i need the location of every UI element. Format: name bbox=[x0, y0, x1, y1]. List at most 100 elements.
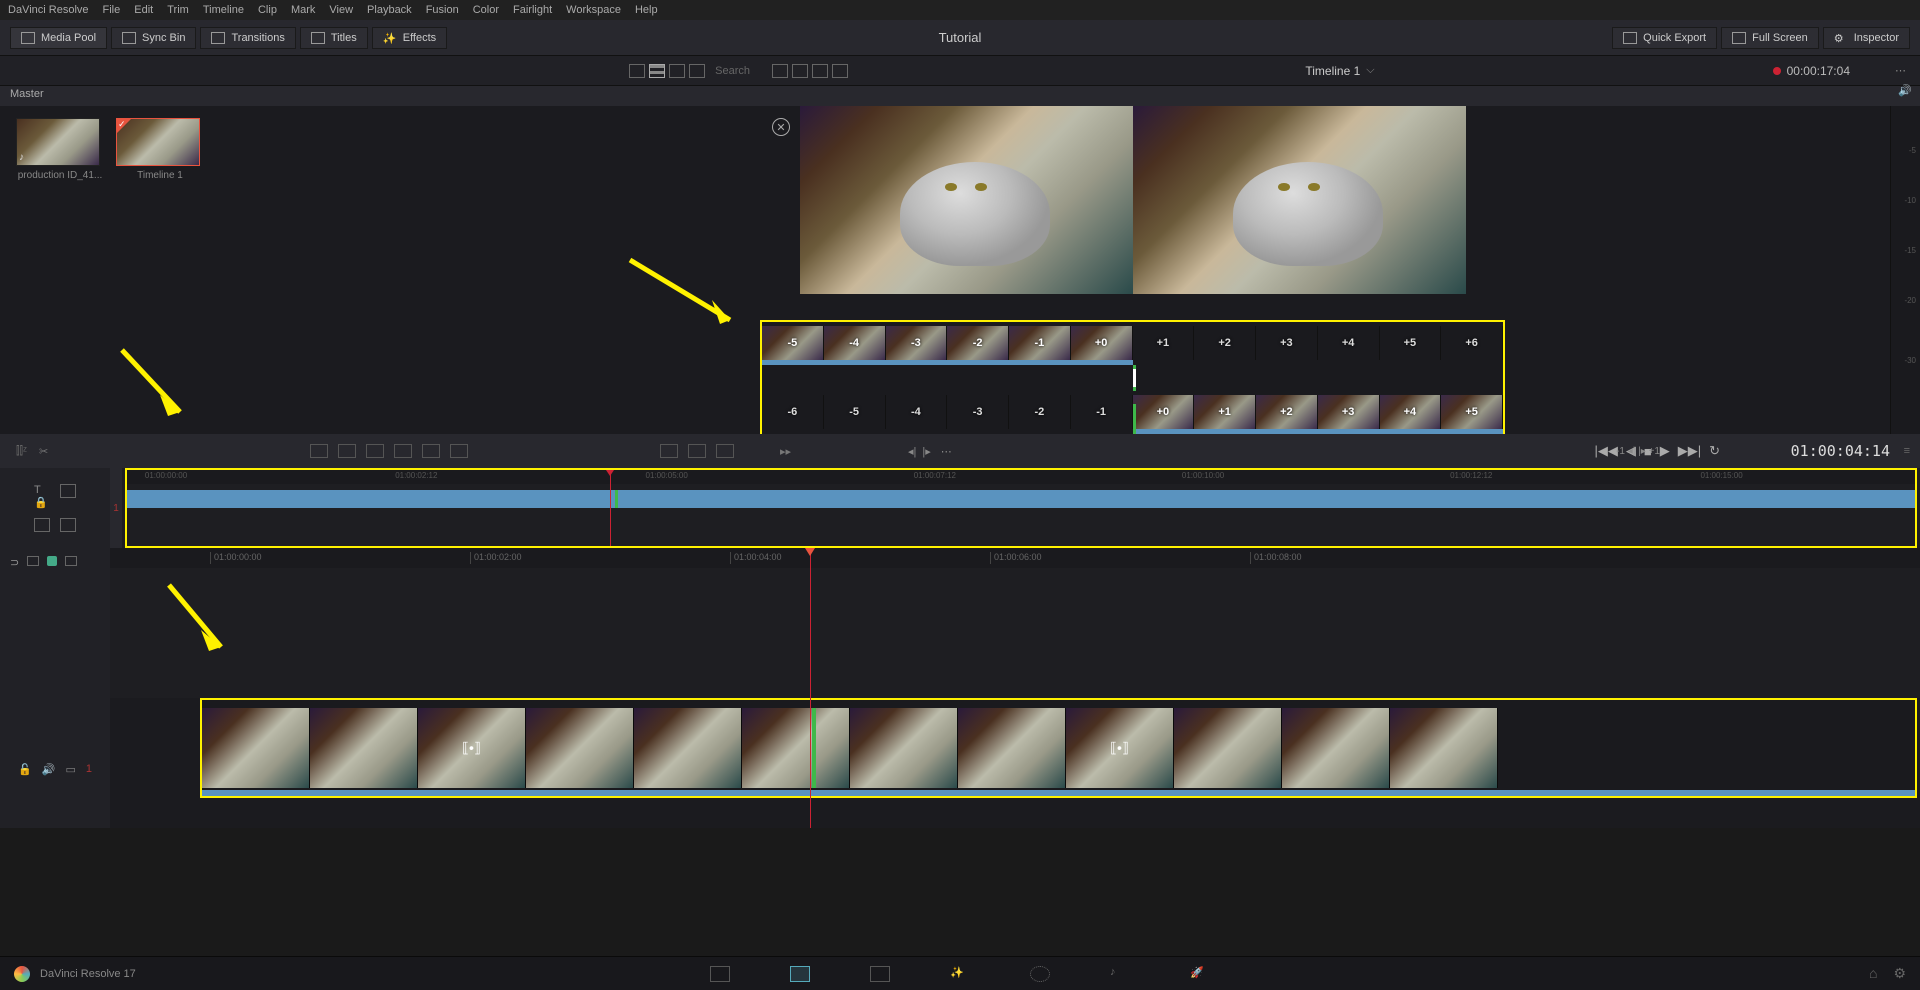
volume-icon[interactable]: 🔊 bbox=[1898, 84, 1912, 97]
menu-item[interactable]: Help bbox=[635, 4, 658, 16]
fast-review-icon[interactable]: ▸▸ bbox=[780, 445, 791, 458]
clip-frame[interactable] bbox=[1282, 708, 1390, 788]
clip-thumbnail[interactable]: ♪ production ID_41... bbox=[16, 118, 104, 181]
menu-item[interactable]: View bbox=[329, 4, 353, 16]
menu-item[interactable]: Trim bbox=[167, 4, 189, 16]
place-on-top-icon[interactable] bbox=[422, 444, 440, 458]
trim-next-icon[interactable]: |▸ bbox=[1638, 446, 1648, 457]
edit-point[interactable] bbox=[812, 708, 816, 788]
overview-clip[interactable] bbox=[127, 490, 1915, 508]
project-settings-icon[interactable]: ⚙ bbox=[1893, 965, 1906, 982]
full-screen-button[interactable]: Full Screen bbox=[1721, 27, 1819, 49]
timeline-thumbnail[interactable]: Timeline 1 bbox=[116, 118, 204, 181]
playhead-timecode[interactable]: 01:00:04:14 bbox=[1791, 442, 1890, 460]
close-up-icon[interactable] bbox=[394, 444, 412, 458]
ripple-overwrite-icon[interactable] bbox=[366, 444, 384, 458]
menu-item[interactable]: Timeline bbox=[203, 4, 244, 16]
options-icon[interactable]: ⋯ bbox=[1895, 64, 1908, 77]
menu-item[interactable]: Fusion bbox=[426, 4, 459, 16]
source-overwrite-icon[interactable] bbox=[450, 444, 468, 458]
search-input[interactable]: Search bbox=[715, 65, 750, 77]
media-pool-tab[interactable]: Media Pool bbox=[10, 27, 107, 49]
quick-export-button[interactable]: Quick Export bbox=[1612, 27, 1717, 49]
transitions-tab[interactable]: Transitions bbox=[200, 27, 295, 49]
split-clip-icon[interactable]: ✂ bbox=[39, 445, 48, 458]
video-track-header[interactable]: 🔓 🔊 ▭ 1 bbox=[0, 754, 110, 784]
sync-icon[interactable] bbox=[60, 518, 76, 532]
clip-frame[interactable] bbox=[634, 708, 742, 788]
sync-bin-tab[interactable]: Sync Bin bbox=[111, 27, 196, 49]
color-page-icon[interactable] bbox=[1030, 966, 1050, 982]
timeline-ruler[interactable]: 01:00:00:00 01:00:02:00 01:00:04:00 01:0… bbox=[110, 548, 1920, 568]
menu-item[interactable]: Mark bbox=[291, 4, 315, 16]
effects-tab[interactable]: ✨Effects bbox=[372, 27, 447, 49]
clip-frame[interactable] bbox=[1390, 708, 1498, 788]
menu-item[interactable]: DaVinci Resolve bbox=[8, 4, 89, 16]
smart-insert-icon[interactable] bbox=[310, 444, 328, 458]
trim-prev-icon[interactable]: ◂| bbox=[1628, 446, 1638, 457]
mute-icon[interactable]: 🔊 bbox=[42, 763, 56, 776]
jump-start-icon[interactable]: |◀◀ bbox=[1594, 443, 1617, 459]
tool-icon[interactable] bbox=[716, 444, 734, 458]
clip-frame[interactable] bbox=[310, 708, 418, 788]
viewer-mode-icon[interactable] bbox=[812, 64, 828, 78]
loop-icon[interactable]: ↻ bbox=[1709, 443, 1720, 459]
menu-item[interactable]: Fairlight bbox=[513, 4, 552, 16]
sync-lock-icon[interactable] bbox=[34, 518, 50, 532]
media-page-icon[interactable] bbox=[710, 966, 730, 982]
bin-breadcrumb[interactable]: Master bbox=[0, 86, 1920, 106]
titles-tab[interactable]: Titles bbox=[300, 27, 368, 49]
inspector-button[interactable]: ⚙Inspector bbox=[1823, 27, 1910, 49]
viewer-mode-icon[interactable] bbox=[792, 64, 808, 78]
play-icon[interactable]: ▶ bbox=[1660, 443, 1670, 459]
cut-page-icon[interactable] bbox=[790, 966, 810, 982]
menu-item[interactable]: Playback bbox=[367, 4, 412, 16]
overview-playhead[interactable] bbox=[610, 470, 611, 546]
viewer-mode-icon[interactable] bbox=[832, 64, 848, 78]
boring-detector-icon[interactable]: ⫿⫿ᶻ bbox=[16, 445, 27, 458]
menu-item[interactable]: Edit bbox=[134, 4, 153, 16]
clip-frame[interactable]: ⟦•⟧ bbox=[1066, 708, 1174, 788]
overview-ruler[interactable]: 01:00:00:00 01:00:02:12 01:00:05:00 01:0… bbox=[127, 470, 1915, 484]
close-icon[interactable]: ✕ bbox=[772, 118, 790, 136]
marker-tool-icon[interactable] bbox=[27, 556, 39, 566]
marker-color-icon[interactable] bbox=[47, 556, 57, 566]
deliver-page-icon[interactable]: 🚀 bbox=[1190, 966, 1210, 982]
menu-item[interactable]: File bbox=[103, 4, 121, 16]
append-icon[interactable] bbox=[338, 444, 356, 458]
thumbnail-view-icon[interactable] bbox=[649, 64, 665, 78]
clip-frame[interactable]: ⟦•⟧ bbox=[418, 708, 526, 788]
clip-frame[interactable] bbox=[1174, 708, 1282, 788]
video-track-highlight[interactable]: ⟦•⟧ ⟦•⟧ bbox=[200, 698, 1917, 798]
clip-frame[interactable] bbox=[742, 708, 850, 788]
jump-end-icon[interactable]: ▶▶| bbox=[1678, 443, 1701, 459]
outgoing-frames-row[interactable]: -5 -4 -3 -2 -1 +0 +1 +2 +3 +4 +5 +6 bbox=[762, 326, 1503, 360]
timeline-playhead[interactable] bbox=[810, 548, 811, 828]
trim-fwd-button[interactable]: +1 bbox=[1649, 446, 1660, 457]
timecode-icon[interactable] bbox=[60, 484, 76, 498]
strip-view-icon[interactable] bbox=[669, 64, 685, 78]
home-icon[interactable]: ⌂ bbox=[1869, 965, 1877, 982]
flag-icon[interactable] bbox=[65, 556, 77, 566]
tool-icon[interactable] bbox=[660, 444, 678, 458]
edit-page-icon[interactable] bbox=[870, 966, 890, 982]
menu-item[interactable]: Workspace bbox=[566, 4, 621, 16]
clip-frame[interactable] bbox=[958, 708, 1066, 788]
timeline-options-icon[interactable]: ≡ bbox=[1904, 445, 1910, 457]
lock-icon[interactable]: 🔓 bbox=[18, 763, 32, 776]
overview-highlight[interactable]: 01:00:00:00 01:00:02:12 01:00:05:00 01:0… bbox=[125, 468, 1917, 548]
lock-auto-icon[interactable]: T🔒 bbox=[34, 484, 50, 498]
list-view-icon[interactable] bbox=[689, 64, 705, 78]
tool-icon[interactable] bbox=[688, 444, 706, 458]
clip-frame[interactable] bbox=[202, 708, 310, 788]
trim-back-button[interactable]: -1 bbox=[1616, 446, 1625, 457]
prev-edit-icon[interactable]: ◂| bbox=[908, 445, 916, 458]
metadata-view-icon[interactable] bbox=[629, 64, 645, 78]
viewer-mode-icon[interactable] bbox=[772, 64, 788, 78]
snap-icon[interactable]: ⊃ bbox=[10, 556, 19, 569]
video-toggle-icon[interactable]: ▭ bbox=[65, 763, 75, 776]
edit-point[interactable] bbox=[1133, 369, 1136, 387]
menu-item[interactable]: Clip bbox=[258, 4, 277, 16]
timeline-name[interactable]: Timeline 1 bbox=[1305, 64, 1360, 78]
menu-item[interactable]: Color bbox=[473, 4, 499, 16]
